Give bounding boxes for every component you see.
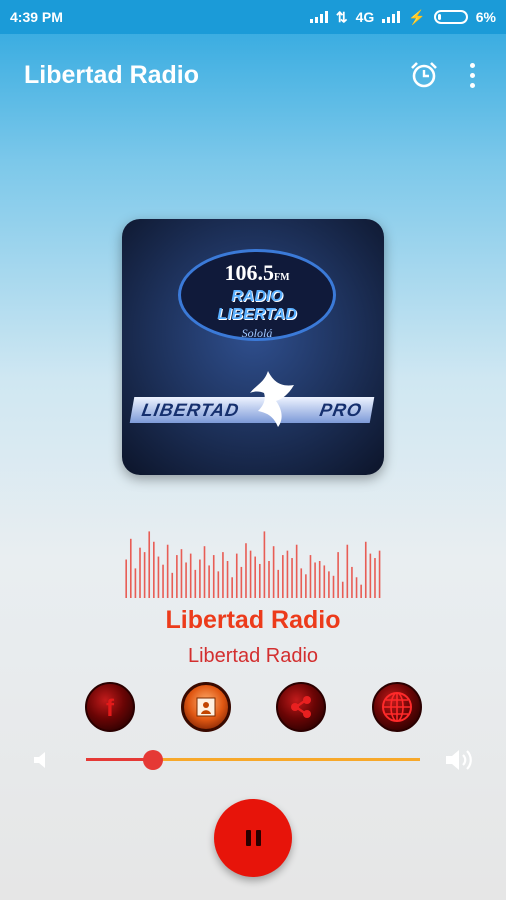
logo-frequency: 106.5FM	[224, 260, 290, 285]
globe-icon	[382, 692, 412, 722]
status-bar: 4:39 PM ⇅ 4G ⚡ 6%	[0, 0, 506, 34]
app-bar: Libertad Radio	[0, 34, 506, 116]
visualizer-bar	[369, 553, 372, 598]
share-button[interactable]	[276, 682, 326, 732]
pause-button[interactable]	[214, 799, 292, 877]
visualizer-bar	[231, 577, 233, 598]
signal-icon-2	[382, 11, 401, 23]
facebook-button[interactable]: f	[85, 682, 135, 732]
visualizer-bar	[134, 568, 137, 598]
app-title: Libertad Radio	[24, 60, 200, 89]
visualizer-bar	[351, 566, 353, 598]
visualizer-bar	[328, 571, 330, 598]
visualizer-bar	[245, 543, 247, 598]
visualizer-bar	[332, 575, 335, 598]
status-icons: ⇅ 4G ⚡ 6%	[309, 8, 496, 26]
volume-low-icon[interactable]	[30, 748, 54, 772]
visualizer-bar	[337, 552, 339, 598]
visualizer-bar	[171, 572, 174, 598]
logo-city: Sololá	[241, 326, 273, 340]
status-time: 4:39 PM	[10, 9, 63, 25]
visualizer-bar	[374, 558, 376, 598]
visualizer-bar	[185, 562, 187, 598]
logo-oval: 106.5FM RADIO LIBERTAD Sololá	[178, 249, 336, 341]
visualizer-bar	[277, 569, 280, 598]
visualizer-bar	[323, 565, 326, 598]
visualizer-bar	[300, 568, 303, 598]
pause-icon	[245, 830, 261, 846]
visualizer-bar	[143, 552, 146, 598]
web-b-button[interactable]	[181, 682, 231, 732]
visualizer-bar	[309, 555, 312, 598]
visualizer-bar	[203, 546, 206, 598]
visualizer-bar	[291, 558, 293, 598]
visualizer-bar	[318, 561, 321, 598]
visualizer-bar	[286, 550, 289, 598]
visualizer-bar	[212, 555, 215, 598]
visualizer-bar	[226, 561, 229, 598]
facebook-icon: f	[106, 695, 115, 722]
visualizer-bar	[153, 541, 155, 598]
logo-station-name: RADIO LIBERTAD	[217, 288, 297, 323]
share-icon	[291, 696, 311, 718]
volume-high-icon[interactable]	[444, 746, 476, 774]
visualizer-bar	[189, 553, 192, 598]
battery-icon	[433, 10, 468, 24]
visualizer-bar	[249, 550, 252, 598]
visualizer-bar	[314, 562, 316, 598]
signal-icon	[309, 11, 328, 23]
visualizer-bar	[305, 574, 307, 598]
visualizer-bar	[282, 555, 284, 598]
visualizer-bar	[194, 569, 197, 598]
visualizer-bar	[157, 556, 160, 598]
visualizer-bar	[180, 549, 183, 598]
battery-level: 6%	[475, 9, 496, 25]
web-b-icon	[196, 697, 216, 717]
visualizer-bar	[235, 553, 238, 598]
visualizer-bar	[217, 571, 220, 598]
visualizer-bar	[355, 577, 358, 598]
visualizer-bar	[199, 559, 201, 598]
visualizer-bar	[176, 555, 178, 598]
visualizer-bar	[263, 531, 266, 598]
visualizer-bar	[254, 556, 256, 598]
visualizer-bar	[364, 541, 367, 598]
visualizer-bar	[295, 544, 298, 598]
volume-control	[0, 742, 506, 778]
visualizer-bar	[222, 552, 224, 598]
visualizer-bar	[258, 563, 261, 598]
visualizer-bar	[139, 547, 141, 598]
visualizer-bar	[125, 559, 127, 598]
visualizer-bar	[341, 581, 344, 598]
visualizer-bar	[268, 561, 270, 598]
visualizer-bar	[378, 550, 381, 598]
visualizer-bar	[148, 531, 151, 598]
station-logo: 106.5FM RADIO LIBERTAD Sololá LIBERTAD P…	[122, 219, 384, 475]
visualizer-bar	[208, 565, 210, 598]
visualizer-bar	[166, 544, 169, 598]
social-buttons: f	[0, 682, 506, 732]
alarm-clock-icon[interactable]	[404, 55, 444, 95]
now-playing-title: Libertad Radio	[165, 606, 341, 634]
svg-text:f: f	[106, 695, 115, 722]
charging-icon: ⚡	[408, 8, 426, 25]
visualizer-bar	[272, 546, 275, 598]
dove-icon	[250, 371, 294, 427]
visualizer-bar	[162, 564, 164, 598]
visualizer-bar	[360, 584, 362, 598]
visualizer-bar	[240, 566, 243, 598]
visualizer-bar	[346, 544, 349, 598]
volume-slider[interactable]	[86, 750, 420, 770]
audio-visualizer	[125, 531, 381, 598]
network-type: 4G	[355, 9, 375, 25]
volume-slider-thumb[interactable]	[142, 750, 163, 770]
data-transfer-icon: ⇅	[335, 8, 348, 25]
website-button[interactable]	[372, 682, 422, 732]
visualizer-bar	[129, 538, 132, 598]
more-vert-icon[interactable]	[462, 55, 482, 95]
now-playing-subtitle: Libertad Radio	[187, 645, 319, 667]
